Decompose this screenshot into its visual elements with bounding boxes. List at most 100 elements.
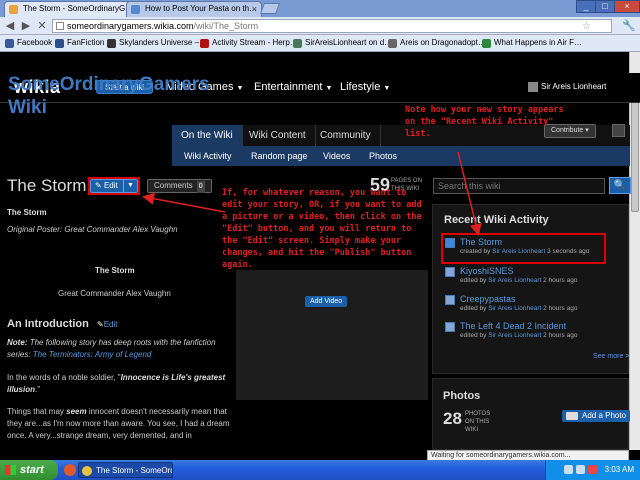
- bookmark-activity-stream[interactable]: Activity Stream - Herp…: [200, 37, 298, 49]
- wrench-icon[interactable]: 🔧: [622, 19, 636, 32]
- fanfiction-icon: [55, 39, 64, 48]
- bookmark-label: Facebook: [17, 38, 53, 47]
- wiki-title[interactable]: SomeOrdinaryGamers Wiki: [8, 73, 210, 119]
- new-tab-button[interactable]: [259, 3, 281, 14]
- chevron-down-icon: ▼: [383, 85, 391, 92]
- close-window-button[interactable]: ×: [614, 0, 640, 13]
- page-icon: [56, 22, 64, 30]
- tab-wiki-content[interactable]: Wiki Content: [240, 125, 316, 146]
- meta-time: 2 hours ago: [541, 305, 578, 312]
- activity-title[interactable]: KiyoshiSNES: [460, 266, 514, 276]
- stop-icon[interactable]: ✕: [35, 19, 49, 33]
- bookmark-facebook[interactable]: Facebook: [5, 37, 52, 49]
- tray-volume-icon[interactable]: [576, 465, 585, 474]
- comments-button[interactable]: Comments 0: [147, 179, 212, 193]
- close-tab-icon[interactable]: ×: [252, 2, 257, 16]
- search-input[interactable]: [433, 178, 605, 194]
- bookmark-label: Areis on Dragonadopt…: [400, 38, 486, 47]
- maximize-button[interactable]: □: [595, 0, 615, 13]
- comments-count: 0: [196, 181, 205, 193]
- hub-lifestyle[interactable]: Lifestyle ▼: [340, 81, 390, 93]
- tab-community[interactable]: Community: [311, 125, 381, 146]
- page-scrollbar[interactable]: [629, 52, 640, 450]
- user-link[interactable]: Sir Areis Lionheart: [488, 305, 541, 312]
- window-controls: _ □ ×: [576, 0, 640, 14]
- subnav-random-page[interactable]: Random page: [251, 149, 308, 163]
- scrollbar-thumb[interactable]: [631, 92, 639, 212]
- section-heading: An Introduction: [7, 318, 89, 330]
- bookmark-label: SirAreisLionheart on d…: [305, 38, 393, 47]
- tab-the-storm[interactable]: The Storm - SomeOrdinaryG… ×: [4, 1, 140, 17]
- herpeto-icon: [200, 39, 209, 48]
- url-host: someordinarygamers.wikia.com: [67, 21, 194, 31]
- user-link[interactable]: Sir Areis Lionheart: [488, 277, 541, 284]
- meta-prefix: edited by: [460, 305, 489, 312]
- add-video-button[interactable]: Add Video: [305, 296, 348, 307]
- tray-network-icon[interactable]: [564, 465, 573, 474]
- activity-heading: Recent Wiki Activity: [444, 214, 549, 226]
- photos-label: PHOTOS ON THIS WIKI: [465, 411, 491, 433]
- subnav-wiki-activity[interactable]: Wiki Activity: [184, 149, 232, 163]
- subnav-videos[interactable]: Videos: [323, 149, 350, 163]
- section-edit-label: Edit: [103, 320, 118, 329]
- task-label: The Storm - SomeOrd...: [96, 466, 173, 475]
- bookmark-label: Skylanders Universe –…: [119, 38, 208, 47]
- activity-title[interactable]: Creepypastas: [460, 294, 516, 304]
- facebook-icon: [5, 39, 14, 48]
- skylanders-icon: [107, 39, 116, 48]
- bookmark-label: What Happens in Air F…: [494, 38, 583, 47]
- bookmark-sirareis[interactable]: SirAreisLionheart on d…: [293, 37, 392, 49]
- tab-on-the-wiki[interactable]: On the Wiki: [172, 125, 243, 146]
- edit-page-icon: [445, 267, 455, 277]
- bookmark-skylanders[interactable]: Skylanders Universe –…: [107, 37, 207, 49]
- activity-title[interactable]: The Left 4 Dead 2 Incident: [460, 321, 566, 331]
- edit-page-icon: [445, 322, 455, 332]
- center-title: The Storm: [95, 265, 135, 277]
- hub-entertainment[interactable]: Entertainment ▼: [254, 81, 332, 93]
- meta-time: 2 hours ago: [541, 277, 578, 284]
- taskbar-item-chrome[interactable]: The Storm - SomeOrd...: [78, 462, 173, 478]
- minimize-button[interactable]: _: [576, 0, 596, 13]
- search-icon[interactable]: 🔍: [609, 177, 631, 194]
- forward-arrow-icon[interactable]: ▶: [19, 19, 33, 33]
- wiki-menu-icon[interactable]: [612, 124, 625, 137]
- user-link[interactable]: Sir Areis Lionheart: [488, 332, 541, 339]
- section-edit-link[interactable]: ✎Edit: [97, 320, 118, 329]
- meta-prefix: edited by: [460, 332, 489, 339]
- user-name: Sir Areis Lionheart: [541, 82, 607, 91]
- see-more-link[interactable]: See more >: [593, 353, 629, 360]
- bookmark-fanfiction[interactable]: FanFiction: [55, 37, 104, 49]
- edit-page-icon: [445, 295, 455, 305]
- activity-meta: edited by Sir Areis Lionheart 2 hours ag…: [460, 305, 577, 312]
- back-arrow-icon[interactable]: ◀: [3, 19, 17, 33]
- article-paragraph-1: In the words of a noble soldier, "Innoce…: [7, 372, 232, 396]
- chrome-icon: [82, 466, 92, 476]
- hub-label: Lifestyle: [340, 81, 381, 93]
- wiki-subnav-bar: [172, 146, 630, 166]
- article-heading-text: The Storm: [7, 208, 47, 217]
- firefox-icon[interactable]: [64, 464, 76, 476]
- edit-highlight-box: [88, 177, 140, 195]
- bookmark-air-force[interactable]: What Happens in Air F…: [482, 37, 582, 49]
- add-photo-button[interactable]: Add a Photo: [562, 410, 631, 422]
- subnav-photos[interactable]: Photos: [369, 149, 397, 163]
- tab-how-to-post[interactable]: How to Post Your Pasta on th… ×: [126, 1, 262, 17]
- bookmark-dragonadopt[interactable]: Areis on Dragonadopt…: [388, 37, 486, 49]
- windows-logo-icon: [5, 465, 16, 475]
- photos-heading: Photos: [443, 390, 481, 402]
- page-icon: [388, 39, 397, 48]
- center-author: Great Commander Alex Vaughn: [58, 289, 171, 298]
- taskbar: start The Storm - SomeOrd... 3:03 AM: [0, 460, 640, 480]
- bookmark-star-icon[interactable]: ☆: [582, 21, 591, 33]
- note-label: Note:: [7, 338, 28, 347]
- tray-alert-icon[interactable]: [588, 465, 597, 474]
- browser-toolbar: ◀ ▶ ✕ someordinarygamers.wikia.com/wiki/…: [0, 17, 640, 35]
- bookmark-label: FanFiction: [67, 38, 105, 47]
- para-text: Things that may: [7, 407, 67, 416]
- address-bar[interactable]: someordinarygamers.wikia.com/wiki/The_St…: [52, 19, 612, 33]
- user-menu[interactable]: Sir Areis Lionheart: [528, 82, 607, 92]
- note-link[interactable]: The Terminators: Army of Legend: [33, 350, 152, 359]
- article-note: Note: The following story has deep roots…: [7, 337, 232, 361]
- start-button[interactable]: start: [0, 460, 58, 480]
- system-tray: 3:03 AM: [545, 460, 640, 480]
